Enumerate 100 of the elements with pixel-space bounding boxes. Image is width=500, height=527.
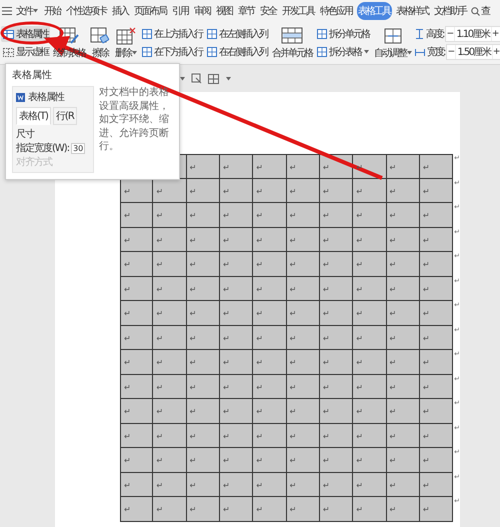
table-cell: ↵ [153, 350, 187, 374]
table-cell: ↵ [386, 178, 420, 203]
grid-icon[interactable] [208, 74, 219, 84]
table-cell: ↵ [420, 350, 454, 374]
table-cell: ↵ [286, 228, 320, 252]
caret-icon [33, 9, 38, 14]
app-icon [16, 92, 25, 102]
ribbon-button[interactable]: 拆分单元格 [315, 26, 371, 42]
menu-tab[interactable]: 引用 [171, 2, 190, 20]
table-cell: ↵ [353, 326, 386, 350]
ribbon-button[interactable]: 在右侧插入列 [205, 44, 269, 60]
table-cell: ↵ [220, 276, 254, 301]
ribbon-button[interactable]: 擦除 [88, 26, 112, 60]
ribbon-button[interactable]: 合并单元格 [270, 26, 314, 60]
table-cell: ↵ [386, 497, 420, 522]
ribbon-button[interactable]: 在下方插入行 [140, 44, 204, 60]
table-cell: ↵ [386, 301, 420, 326]
table-cell: ↵ [286, 350, 320, 374]
table-cell: ↵ [253, 252, 287, 276]
table-cell: ↵ [220, 424, 254, 448]
table-cell: ↵ [420, 448, 454, 472]
menu-tab[interactable]: 文件 [15, 2, 40, 20]
table-cell: ↵ [420, 203, 454, 228]
table-cell: ↵ [386, 399, 420, 424]
table-cell: ↵ [286, 252, 320, 276]
table-cell: ↵ [153, 178, 187, 203]
table-cell: ↵ [353, 276, 386, 301]
size-field[interactable]: − 1.50厘米 + [446, 44, 500, 60]
table-cell: ↵ [386, 424, 420, 448]
menu-icon[interactable] [2, 7, 12, 15]
menu-tab[interactable]: 视图 [215, 2, 234, 20]
table-cell: ↵ [420, 154, 454, 178]
table-cell: ↵ [420, 301, 454, 326]
menu-tab[interactable]: 页面布局 [133, 2, 168, 20]
ribbon-button[interactable]: 在上方插入行 [140, 26, 204, 42]
table-cell: ↵ [253, 497, 287, 522]
menu-tab[interactable]: 特色应用 [319, 2, 354, 20]
menu-tab[interactable]: 开始 [43, 2, 62, 20]
table-cell: ↵ [120, 276, 154, 301]
table-cell: ↵ [420, 472, 454, 497]
table-cell: ↵ [420, 497, 454, 522]
table-cell: ↵ [420, 178, 454, 203]
table-cell: ↵ [220, 252, 254, 276]
table-cell: ↵ [220, 203, 254, 228]
menu-tab[interactable]: 表格工具 [357, 2, 392, 20]
search-icon [471, 6, 480, 16]
table-cell: ↵ [253, 448, 287, 472]
menu-tab[interactable]: 文档助手 [433, 2, 468, 20]
table-cell: ↵ [353, 252, 386, 276]
table-cell: ↵ [153, 252, 187, 276]
search-button[interactable]: 查 [471, 4, 489, 18]
table-cell: ↵ [153, 276, 187, 301]
table-cell: ↵ [386, 448, 420, 472]
table-cell: ↵ [153, 374, 187, 399]
table-cell: ↵ [153, 399, 187, 424]
table-cell: ↵ [353, 301, 386, 326]
caret-icon [364, 50, 369, 54]
ribbon-button[interactable]: 拆分表格 [315, 44, 371, 60]
column-width-icon [415, 48, 425, 56]
table-cell: ↵ [120, 228, 154, 252]
menu-tab[interactable]: 表格样式 [395, 2, 430, 20]
table-cell: ↵ [186, 178, 220, 203]
table-cell: ↵ [386, 154, 420, 178]
caret-icon [180, 76, 185, 80]
menu-tab[interactable]: 审阅 [193, 2, 212, 20]
format-icon[interactable] [191, 73, 202, 84]
table-cell: ↵ [220, 374, 254, 399]
size-field[interactable]: − 1.10厘米 + [445, 26, 500, 42]
table-cell: ↵ [386, 326, 420, 350]
table-cell: ↵ [320, 448, 354, 472]
table-cell: ↵ [153, 448, 187, 472]
table-cell: ↵ [186, 350, 220, 374]
table-cell: ↵ [320, 178, 354, 203]
menu-tab[interactable]: 个性选项卡 [65, 2, 108, 20]
ribbon-button[interactable]: 自动调整 [372, 26, 414, 60]
table-row-icon [207, 29, 217, 39]
table-cell: ↵ [353, 399, 386, 424]
ribbon-button[interactable]: 显示虚框 [1, 44, 50, 60]
table-cell: ↵ [186, 374, 220, 399]
table-cell: ↵ [353, 374, 386, 399]
table-cell: ↵ [386, 203, 420, 228]
table-cell: ↵ [253, 228, 287, 252]
ribbon-button[interactable]: 在左侧插入列 [205, 26, 269, 42]
table-cell: ↵ [286, 497, 320, 522]
section-label: 对齐方式 [16, 156, 54, 169]
ribbon-button[interactable]: 删除 [113, 26, 139, 60]
menu-tab[interactable]: 安全 [259, 2, 278, 20]
tooltip-title: 表格属性 [12, 68, 53, 82]
menu-tab[interactable]: 插入 [111, 2, 130, 20]
table-cell: ↵ [253, 399, 287, 424]
table-cell: ↵ [220, 497, 254, 522]
merge-cells-icon [281, 26, 303, 44]
table-cell: ↵ [220, 472, 254, 497]
menu-tab[interactable]: 开发工具 [281, 2, 316, 20]
table-cell: ↵ [253, 350, 287, 374]
menu-tab[interactable]: 章节 [237, 2, 256, 20]
size-label: 宽度: [427, 46, 444, 59]
table-cell: ↵ [286, 178, 320, 203]
table-cell: ↵ [120, 472, 154, 497]
table-cell: ↵ [253, 472, 287, 497]
